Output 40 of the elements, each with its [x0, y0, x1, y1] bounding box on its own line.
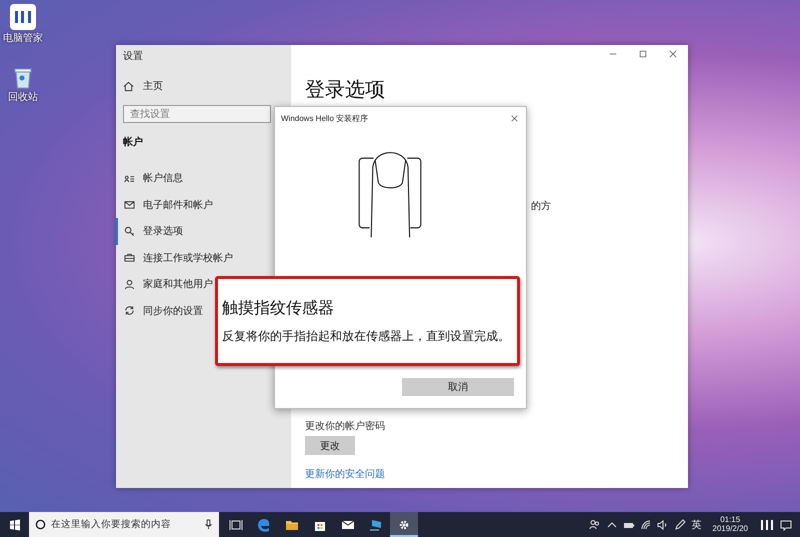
taskbar-search-field[interactable]: 在这里输入你要搜索的内容 [29, 512, 219, 537]
search-icon [35, 519, 46, 530]
input-language-indicator[interactable]: 英 [691, 518, 702, 532]
wifi-icon[interactable] [640, 518, 652, 530]
pen-icon[interactable] [674, 518, 686, 530]
people-icon[interactable] [589, 518, 602, 530]
person-icon [124, 278, 135, 290]
search-field[interactable]: 查找设置 [123, 105, 271, 123]
change-button[interactable]: 更改 [305, 436, 355, 455]
password-hint: 更改你的帐户密码 [305, 420, 385, 433]
dialog-title: Windows Hello 安装程序 [281, 112, 368, 124]
description-text: 的方 [531, 200, 551, 213]
close-icon[interactable] [669, 50, 677, 58]
desktop-icon-label: 回收站 [8, 90, 38, 104]
desktop-icon-label: 电脑管家 [3, 32, 43, 45]
key-icon [124, 226, 135, 237]
home-link[interactable]: 主页 [123, 79, 291, 93]
notification-icon[interactable] [780, 518, 792, 530]
clock[interactable]: 01:15 2019/2/20 [706, 516, 754, 534]
security-question-link[interactable]: 更新你的安全问题 [305, 467, 385, 481]
start-icon[interactable] [9, 518, 21, 530]
home-icon [123, 80, 134, 92]
settings-icon[interactable] [390, 512, 418, 537]
microphone-icon[interactable] [204, 519, 213, 530]
nav-item[interactable]: 连接工作或学校帐户 [116, 244, 291, 271]
briefcase-icon [124, 252, 135, 264]
page-title: 登录选项 [305, 78, 386, 103]
cancel-button[interactable]: 取消 [402, 378, 514, 396]
callout-text: 反复将你的手指抬起和放在传感器上，直到设置完成。 [222, 329, 511, 345]
section-heading: 帐户 [123, 135, 144, 149]
close-icon[interactable] [511, 114, 518, 122]
recycle-bin-icon[interactable] [13, 67, 33, 89]
window-title: 设置 [123, 50, 144, 63]
sync-icon [124, 305, 135, 316]
maximize-icon[interactable] [639, 50, 647, 58]
callout-heading: 触摸指纹传感器 [222, 298, 335, 319]
app-logo-icon[interactable] [10, 4, 36, 30]
nav-item[interactable]: 电子邮件和帐户 [116, 192, 291, 218]
envelope-icon [124, 199, 135, 210]
nav-item[interactable]: 帐户信息 [116, 165, 291, 192]
